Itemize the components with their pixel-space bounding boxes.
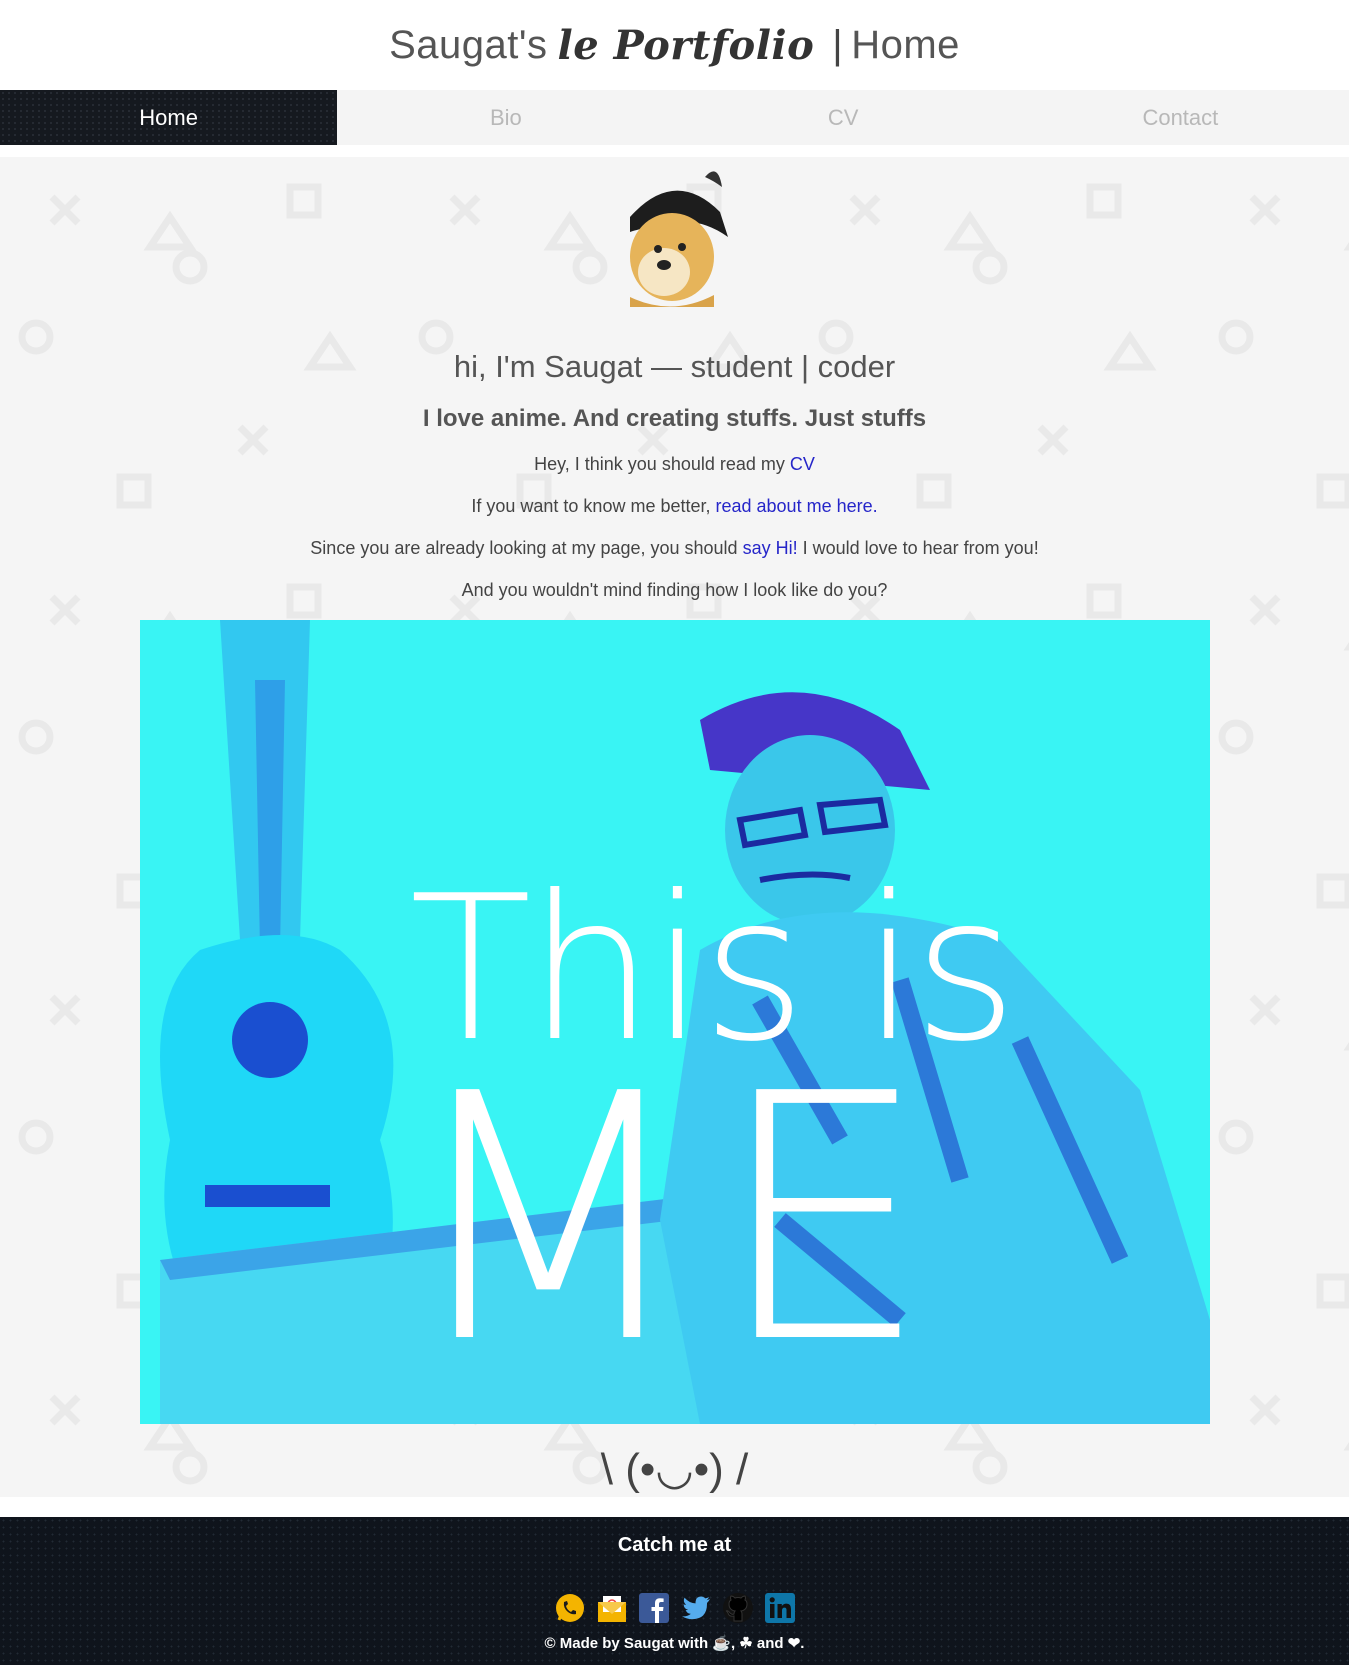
site-title: Saugat's le Portfolio | Home [0, 0, 1349, 90]
email-icon[interactable] [596, 1592, 628, 1624]
photo-caption-bottom: ME [401, 1022, 950, 1418]
nav-item-bio[interactable]: Bio [337, 90, 674, 145]
copyright-text: © Made by Saugat with ☕, ☘ and ❤. [544, 1635, 805, 1652]
main-content: hi, I'm Saugat — student | coder I love … [0, 157, 1349, 1497]
nav-item-contact[interactable]: Contact [1012, 90, 1349, 145]
footer: Catch me at © Made by Saugat with ☕, ☘ a… [0, 1517, 1349, 1665]
profile-photo: This is ME [139, 620, 1210, 1424]
facebook-icon[interactable] [638, 1592, 670, 1624]
title-separator: | [832, 22, 844, 67]
title-brand: le Portfolio [557, 21, 815, 69]
contact-line: Since you are already looking at my page… [310, 538, 1039, 558]
whatsapp-icon[interactable] [554, 1592, 586, 1624]
doge-avatar [629, 171, 728, 307]
bio-line: If you want to know me better, read abou… [471, 496, 878, 516]
social-links [0, 1592, 1349, 1624]
bio-link[interactable]: read about me here. [716, 496, 878, 516]
twitter-icon[interactable] [680, 1592, 712, 1624]
headline: hi, I'm Saugat — student | coder [453, 349, 896, 384]
footer-title: Catch me at [617, 1534, 732, 1556]
nav-item-home[interactable]: Home [0, 90, 338, 145]
cv-link[interactable]: CV [790, 454, 815, 474]
main-nav: Home Bio CV Contact [0, 90, 1349, 145]
linkedin-icon[interactable] [764, 1592, 796, 1624]
nav-item-cv[interactable]: CV [675, 90, 1012, 145]
title-prefix: Saugat's [389, 22, 548, 67]
say-hi-link[interactable]: say Hi! [743, 538, 798, 558]
title-suffix: Home [851, 22, 960, 67]
subheadline: I love anime. And creating stuffs. Just … [422, 405, 927, 432]
cv-line: Hey, I think you should read my CV [534, 454, 815, 474]
photo-intro-line: And you wouldn't mind finding how I look… [461, 580, 888, 600]
kaomoji: \ (•◡•) / [600, 1445, 749, 1494]
github-icon[interactable] [722, 1592, 754, 1624]
